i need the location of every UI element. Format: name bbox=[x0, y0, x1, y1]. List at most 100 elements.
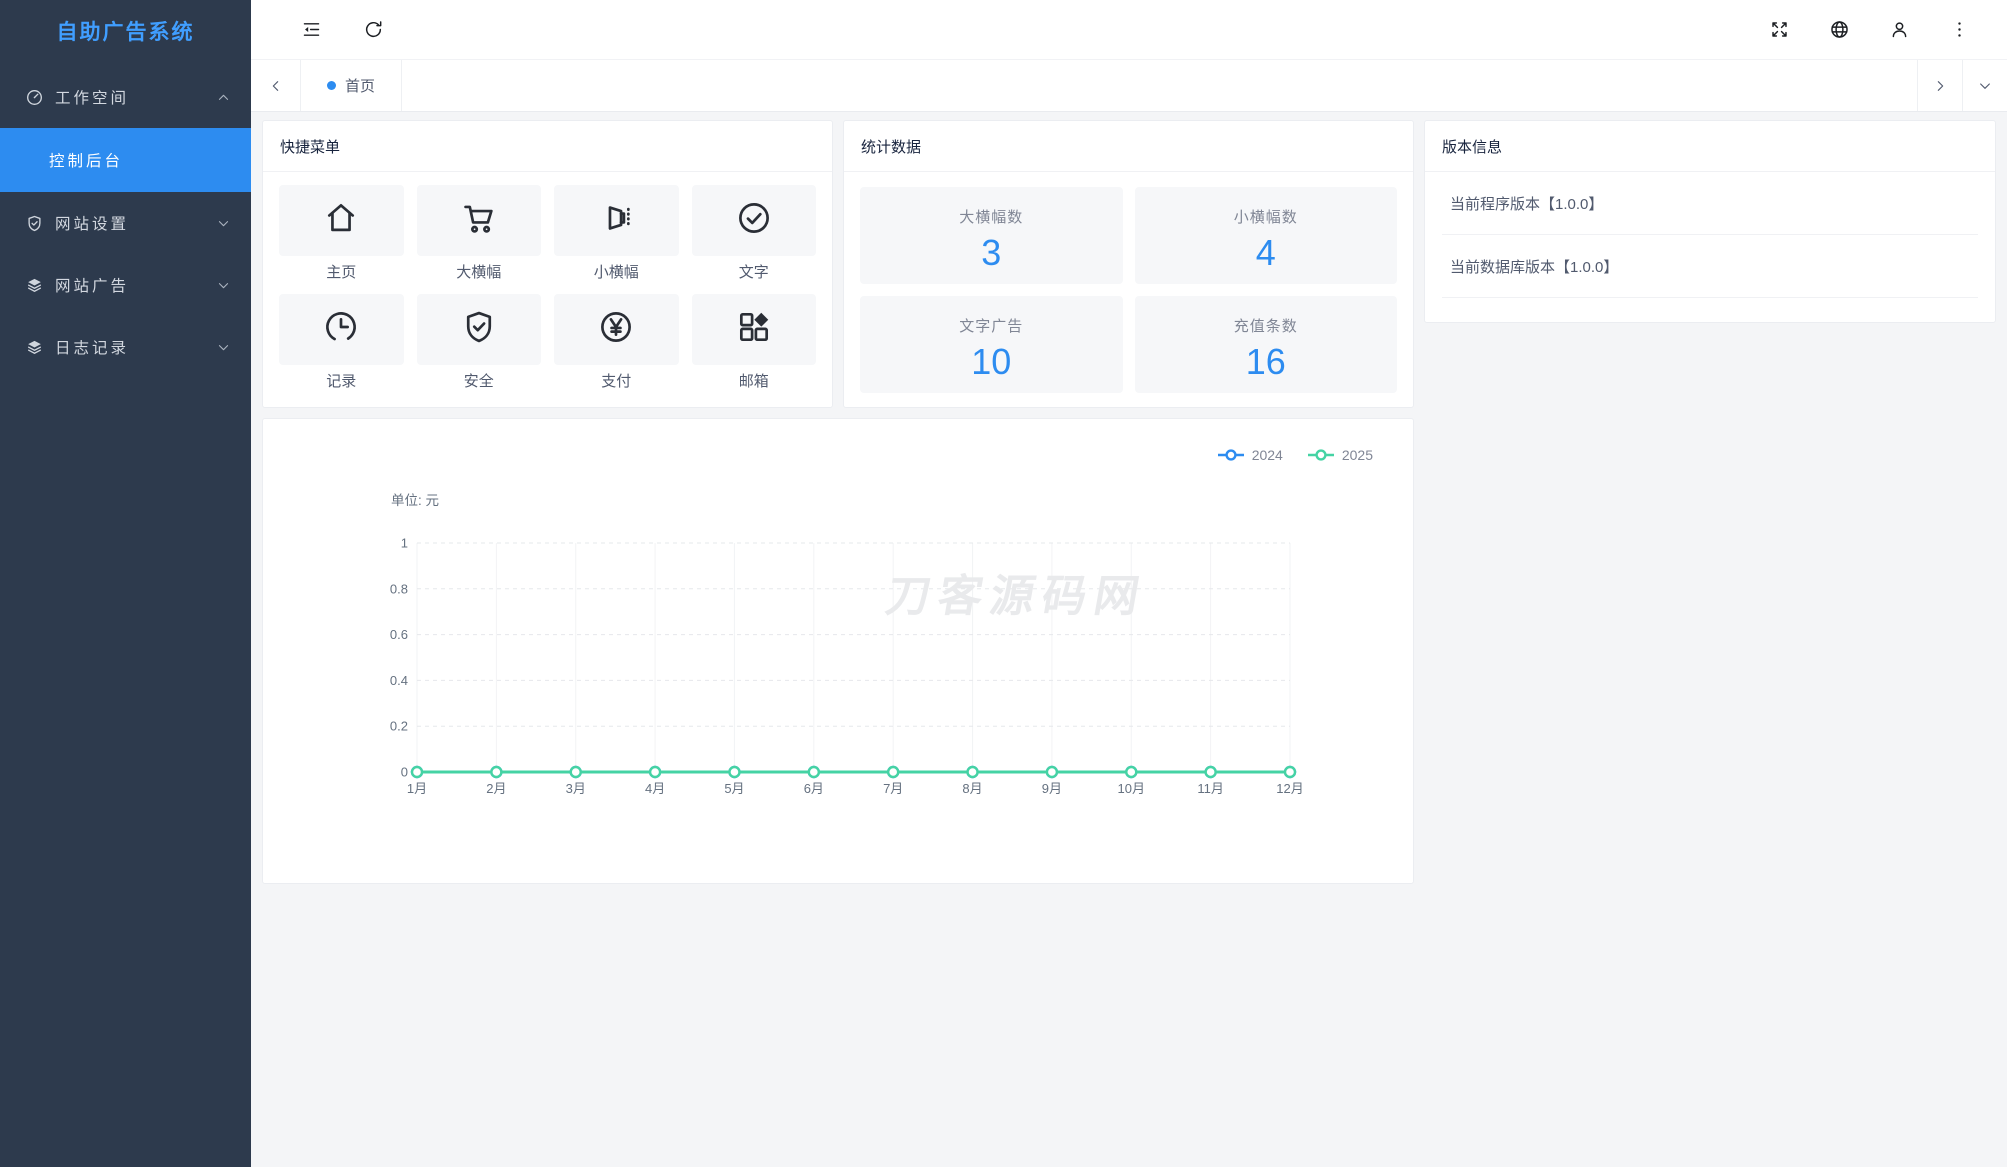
quick-menu-title: 快捷菜单 bbox=[263, 121, 832, 172]
stat-value: 4 bbox=[1255, 232, 1276, 273]
tab-bar: 首页 bbox=[251, 59, 2007, 112]
sidebar-item-label: 工作空间 bbox=[55, 90, 130, 107]
svg-text:刀客源码网: 刀客源码网 bbox=[882, 572, 1151, 621]
stat-label: 文字广告 bbox=[959, 318, 1024, 335]
svg-text:9月: 9月 bbox=[1042, 781, 1062, 796]
svg-text:8月: 8月 bbox=[962, 781, 982, 796]
sidebar-item-网站广告[interactable]: 网站广告 bbox=[0, 254, 251, 316]
header-right-actions bbox=[1739, 10, 1979, 50]
quick-menu-item-安全[interactable]: 安全 bbox=[416, 294, 541, 397]
grid-icon bbox=[735, 308, 773, 351]
quick-menu-tile[interactable] bbox=[691, 294, 816, 365]
page-content: 快捷菜单 主页 大横幅 小横幅 文字 记录 安全 支付 邮箱 统计数据 大横幅数… bbox=[251, 112, 2007, 1167]
quick-menu-item-label: 记录 bbox=[326, 373, 357, 390]
svg-text:11月: 11月 bbox=[1197, 781, 1224, 796]
version-list-item: 当前数据库版本【1.0.0】 bbox=[1442, 235, 1978, 298]
quick-menu-item-主页[interactable]: 主页 bbox=[279, 185, 404, 288]
sidebar-item-网站设置[interactable]: 网站设置 bbox=[0, 192, 251, 254]
refresh-icon[interactable] bbox=[353, 10, 393, 50]
svg-text:0.6: 0.6 bbox=[390, 627, 408, 642]
quick-menu-item-label: 主页 bbox=[326, 264, 357, 281]
header-left-actions bbox=[291, 10, 415, 50]
tab-label: 首页 bbox=[345, 78, 376, 95]
tabs-menu-button[interactable] bbox=[1962, 60, 2007, 111]
quick-menu-item-label: 文字 bbox=[738, 264, 769, 281]
stat-value: 3 bbox=[981, 232, 1002, 273]
quick-menu-tile[interactable] bbox=[554, 185, 679, 256]
statistics-card: 统计数据 大横幅数 3 小横幅数 4 文字广告 10 充值条数 16 bbox=[843, 120, 1414, 408]
sidebar-menu: 工作空间 控制后台 网站设置 网站广告 日志记录 bbox=[0, 66, 251, 378]
layers-icon bbox=[25, 337, 45, 357]
top-header bbox=[251, 0, 2007, 59]
stat-label: 小横幅数 bbox=[1233, 209, 1298, 226]
sidebar: 自助广告系统 工作空间 控制后台 网站设置 网站广告 日志记录 bbox=[0, 0, 251, 1167]
sidebar-item-label: 日志记录 bbox=[55, 340, 130, 357]
quick-menu-item-label: 小横幅 bbox=[593, 264, 639, 281]
tabs-scroll-left-button[interactable] bbox=[251, 60, 301, 111]
version-info-title: 版本信息 bbox=[1425, 121, 1995, 172]
quick-menu-tile[interactable] bbox=[279, 185, 404, 256]
banner-icon bbox=[597, 199, 635, 242]
collapse-sidebar-icon[interactable] bbox=[291, 10, 331, 50]
quick-menu-item-记录[interactable]: 记录 bbox=[279, 294, 404, 397]
chevron-down-icon bbox=[216, 216, 231, 231]
quick-menu-tile[interactable] bbox=[279, 294, 404, 365]
quick-menu-grid: 主页 大横幅 小横幅 文字 记录 安全 支付 邮箱 bbox=[279, 185, 816, 397]
svg-text:0.4: 0.4 bbox=[390, 673, 408, 688]
user-icon[interactable] bbox=[1879, 10, 1919, 50]
sidebar-item-日志记录[interactable]: 日志记录 bbox=[0, 316, 251, 378]
chevron-down-icon bbox=[216, 340, 231, 355]
revenue-chart-card: 2024 2025 单位: 元 0 0.2 0.4 0.6 0.8 1 刀客源码网 1月 2月 3… bbox=[262, 418, 1414, 884]
quick-menu-item-文字[interactable]: 文字 bbox=[691, 185, 816, 288]
svg-text:6月: 6月 bbox=[804, 781, 824, 796]
stat-label: 充值条数 bbox=[1233, 318, 1298, 335]
quick-menu-tile[interactable] bbox=[416, 185, 541, 256]
svg-text:1: 1 bbox=[401, 536, 408, 551]
quick-menu-tile[interactable] bbox=[554, 294, 679, 365]
more-options-icon[interactable] bbox=[1939, 10, 1979, 50]
stat-tile-大横幅数: 大横幅数 3 bbox=[860, 187, 1123, 284]
svg-text:3月: 3月 bbox=[566, 781, 586, 796]
svg-text:0.8: 0.8 bbox=[390, 581, 408, 596]
chevron-up-icon bbox=[216, 90, 231, 105]
sidebar-item-工作空间[interactable]: 工作空间 bbox=[0, 66, 251, 128]
check-circle-icon bbox=[735, 199, 773, 242]
dashboard-icon bbox=[25, 87, 45, 107]
quick-menu-item-label: 安全 bbox=[463, 373, 494, 390]
main-area: 首页 快捷菜单 主页 大横幅 小横幅 文字 记录 安全 支付 邮箱 统计数据 大… bbox=[251, 0, 2007, 1167]
shield-check-icon bbox=[25, 213, 45, 233]
quick-menu-tile[interactable] bbox=[691, 185, 816, 256]
svg-text:4月: 4月 bbox=[645, 781, 665, 796]
active-tab-dot bbox=[327, 81, 336, 90]
stat-tile-文字广告: 文字广告 10 bbox=[860, 296, 1123, 393]
svg-text:5月: 5月 bbox=[724, 781, 744, 796]
svg-text:1月: 1月 bbox=[407, 781, 427, 796]
quick-menu-card: 快捷菜单 主页 大横幅 小横幅 文字 记录 安全 支付 邮箱 bbox=[262, 120, 833, 408]
statistics-grid: 大横幅数 3 小横幅数 4 文字广告 10 充值条数 16 bbox=[860, 187, 1397, 393]
tabs-scroll-right-button[interactable] bbox=[1917, 60, 1962, 111]
quick-menu-item-大横幅[interactable]: 大横幅 bbox=[416, 185, 541, 288]
sidebar-item-label: 网站广告 bbox=[55, 278, 130, 295]
quick-menu-tile[interactable] bbox=[416, 294, 541, 365]
svg-text:0: 0 bbox=[401, 765, 408, 780]
quick-menu-item-邮箱[interactable]: 邮箱 bbox=[691, 294, 816, 397]
svg-text:7月: 7月 bbox=[883, 781, 903, 796]
quick-menu-item-支付[interactable]: 支付 bbox=[554, 294, 679, 397]
app-title: 自助广告系统 bbox=[56, 21, 195, 44]
version-list: 当前程序版本【1.0.0】 当前数据库版本【1.0.0】 bbox=[1425, 172, 1995, 298]
language-globe-icon[interactable] bbox=[1819, 10, 1859, 50]
stat-label: 大横幅数 bbox=[959, 209, 1024, 226]
quick-menu-item-小横幅[interactable]: 小横幅 bbox=[554, 185, 679, 288]
tabbar-spacer bbox=[402, 60, 1917, 111]
tab-首页[interactable]: 首页 bbox=[301, 60, 403, 111]
fullscreen-icon[interactable] bbox=[1759, 10, 1799, 50]
sidebar-subitem-控制后台[interactable]: 控制后台 bbox=[0, 128, 251, 192]
svg-text:12月: 12月 bbox=[1276, 781, 1303, 796]
sidebar-item-label: 网站设置 bbox=[55, 216, 130, 233]
stat-tile-小横幅数: 小横幅数 4 bbox=[1134, 187, 1397, 284]
quick-menu-item-label: 邮箱 bbox=[738, 373, 769, 390]
home-icon bbox=[322, 199, 360, 242]
quick-menu-item-label: 大横幅 bbox=[456, 264, 502, 281]
version-info-card: 版本信息 当前程序版本【1.0.0】 当前数据库版本【1.0.0】 bbox=[1424, 120, 1996, 323]
shield-check-icon bbox=[460, 308, 498, 351]
